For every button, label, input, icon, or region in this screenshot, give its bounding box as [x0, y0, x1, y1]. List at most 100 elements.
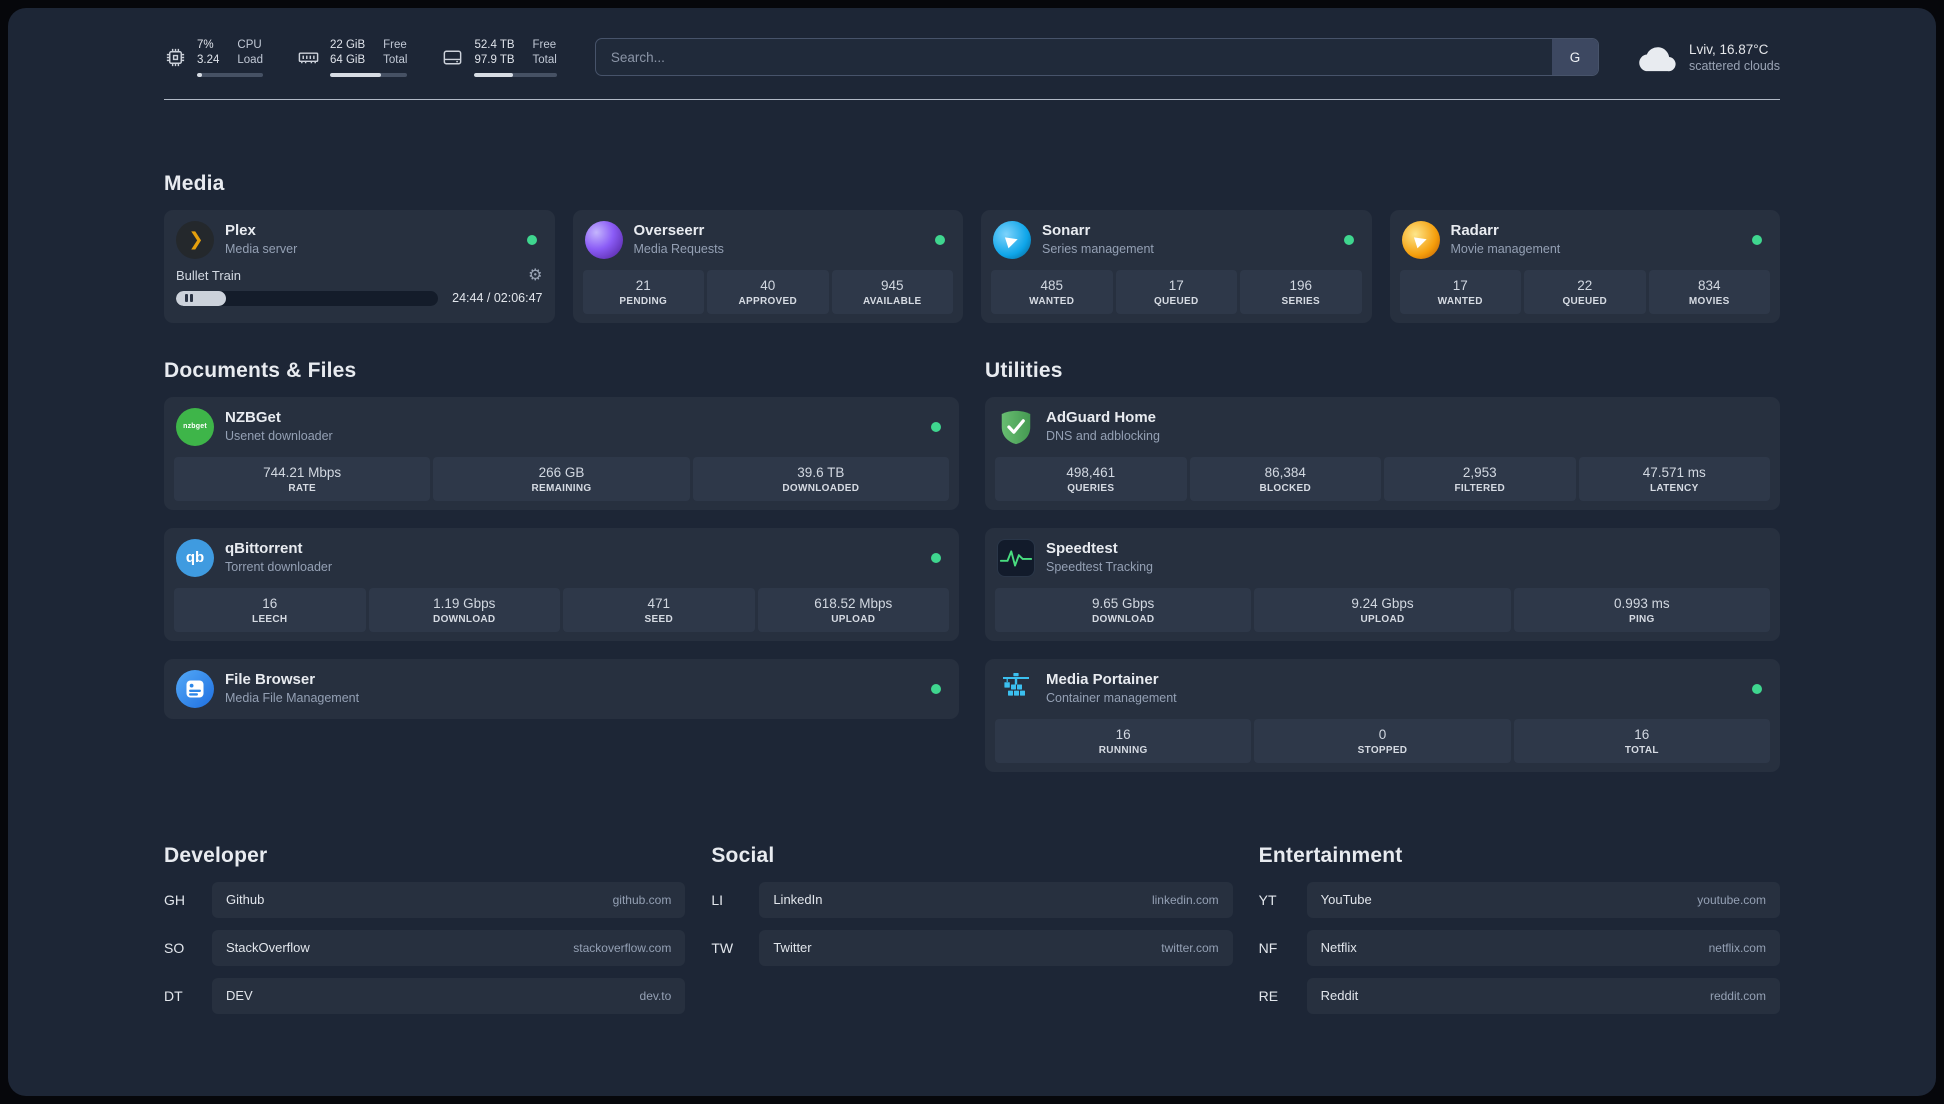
stat-block: 21 PENDING [582, 269, 704, 314]
bookmark-row: YT YouTube youtube.com [1258, 881, 1780, 918]
bookmark-row: TW Twitter twitter.com [711, 929, 1233, 966]
service-desc: Media server [225, 242, 298, 257]
stat-block: 86,384 BLOCKED [1189, 456, 1381, 501]
now-playing-title: Bullet Train [176, 268, 242, 284]
media-section-title: Media [164, 171, 225, 195]
status-dot [1752, 234, 1762, 245]
sonarr-icon: ▶ [993, 220, 1031, 259]
bookmark-abbr: GH [164, 891, 185, 908]
cpu-progress-fill [197, 72, 202, 77]
stat-block: 17 QUEUED [1115, 269, 1237, 314]
bookmark-reddit[interactable]: Reddit reddit.com [1306, 977, 1780, 1014]
cpu-progress-bar [197, 72, 263, 77]
stat-block: 196 SERIES [1240, 269, 1362, 314]
section-entertainment: Entertainment YT YouTube youtube.com NF … [1259, 844, 1780, 1014]
stat-block: 16 LEECH [174, 587, 366, 632]
gear-icon[interactable]: ⚙ [528, 267, 542, 284]
service-card-speedtest[interactable]: Speedtest Speedtest Tracking 9.65 Gbps DO… [985, 527, 1780, 641]
player-seek-bar[interactable] [176, 290, 439, 306]
bookmark-stackoverflow[interactable]: StackOverflow stackoverflow.com [212, 929, 686, 966]
section-media: Media ❯ Plex Media server Bullet Train ⚙… [164, 172, 1780, 323]
stat-block: 266 GB REMAINING [433, 456, 690, 501]
bookmark-youtube[interactable]: YouTube youtube.com [1306, 881, 1780, 918]
memory-free-value: 22 GiB [329, 39, 366, 51]
service-card-adguard[interactable]: AdGuard Home DNS and adblocking 498,461 Q… [985, 396, 1780, 510]
stat-block: 485 WANTED [991, 269, 1113, 314]
stat-block: 945 AVAILABLE [831, 269, 953, 314]
stat-block: 39.6 TB DOWNLOADED [692, 456, 949, 501]
stat-block: 40 APPROVED [707, 269, 829, 314]
bookmark-row: LI LinkedIn linkedin.com [711, 881, 1233, 918]
stat-block: 744.21 Mbps RATE [174, 456, 431, 501]
bookmark-row: SO StackOverflow stackoverflow.com [164, 929, 686, 966]
service-name: Sonarr [1042, 222, 1091, 240]
stat-block: 16 RUNNING [995, 718, 1252, 763]
bookmark-row: DT DEV dev.to [164, 977, 686, 1014]
disk-progress-bar [474, 72, 557, 77]
bookmark-netflix[interactable]: Netflix netflix.com [1306, 929, 1780, 966]
bookmark-row: RE Reddit reddit.com [1258, 977, 1780, 1014]
cpu-label-bottom: Load [237, 53, 263, 66]
service-card-radarr[interactable]: ▶ Radarr Movie management 17 WANTED 22 QUE… [1389, 209, 1780, 323]
status-dot [931, 683, 941, 694]
section-social: Social LI LinkedIn linkedin.com TW Twitt… [711, 844, 1233, 1014]
service-name: AdGuard Home [1046, 409, 1157, 427]
speedtest-icon [997, 538, 1035, 577]
bookmark-abbr: NF [1258, 939, 1278, 956]
portainer-icon [997, 670, 1035, 708]
service-card-overseerr[interactable]: Overseerr Media Requests 21 PENDING 40 APP… [572, 209, 963, 323]
service-card-qbittorrent[interactable]: qb qBittorrent Torrent downloader 16 LEEC… [164, 527, 959, 641]
bookmark-twitter[interactable]: Twitter twitter.com [759, 929, 1233, 966]
cloud-icon [1639, 47, 1676, 72]
status-dot [526, 234, 537, 245]
plex-icon: ❯ [176, 220, 214, 259]
stat-block: 17 WANTED [1399, 269, 1521, 314]
bookmark-abbr: RE [1258, 987, 1279, 1004]
memory-total-value: 64 GiB [329, 53, 366, 66]
status-dot [1752, 683, 1762, 694]
bookmark-github[interactable]: Github github.com [212, 881, 686, 918]
service-card-portainer[interactable]: Media Portainer Container management 16 R… [985, 658, 1780, 772]
filebrowser-icon [176, 669, 214, 708]
search-input[interactable] [595, 39, 1552, 76]
bookmark-row: NF Netflix netflix.com [1258, 929, 1780, 966]
cpu-load-value: 3.24 [197, 53, 220, 66]
stat-block: 834 MOVIES [1648, 269, 1770, 314]
service-card-plex[interactable]: ❯ Plex Media server Bullet Train ⚙ 24:44… [164, 209, 555, 323]
service-card-nzbget[interactable]: nzbget NZBGet Usenet downloader 744.21 M… [164, 396, 959, 510]
memory-label-bottom: Total [383, 53, 408, 66]
pause-icon[interactable] [185, 294, 193, 303]
documents-section-title: Documents & Files [164, 358, 357, 382]
bookmark-dev[interactable]: DEV dev.to [212, 977, 686, 1014]
entertainment-section-title: Entertainment [1258, 843, 1403, 867]
disk-total-value: 97.9 TB [474, 53, 515, 66]
service-card-sonarr[interactable]: ▶ Sonarr Series management 485 WANTED 17 Q… [981, 209, 1372, 323]
service-name: qBittorrent [225, 540, 303, 558]
stat-block: 0.993 ms PING [1513, 587, 1770, 632]
service-name: File Browser [225, 671, 316, 689]
adguard-icon [997, 408, 1035, 446]
section-developer: Developer GH Github github.com SO StackO… [164, 844, 686, 1014]
memory-progress-bar [329, 72, 408, 77]
stat-block: 9.65 Gbps DOWNLOAD [995, 587, 1252, 632]
memory-icon [298, 52, 319, 64]
section-documents: Documents & Files nzbget NZBGet Usenet d… [164, 359, 959, 719]
search-bar: G [594, 38, 1599, 77]
stat-block: 498,461 QUERIES [995, 456, 1187, 501]
memory-label-top: Free [383, 39, 407, 51]
stat-block: 471 SEED [563, 587, 755, 632]
disk-free-value: 52.4 TB [474, 39, 515, 51]
stat-block: 0 STOPPED [1254, 718, 1511, 763]
search-provider-button[interactable]: G [1551, 39, 1598, 76]
disk-widget: 52.4 TB 97.9 TB Free Total [441, 38, 557, 77]
bookmark-abbr: YT [1258, 891, 1277, 908]
service-desc: Series management [1042, 242, 1154, 257]
bookmark-linkedin[interactable]: LinkedIn linkedin.com [759, 881, 1233, 918]
status-dot [935, 234, 945, 245]
weather-location: Lviv, 16.87°C [1688, 41, 1769, 57]
utilities-section-title: Utilities [985, 358, 1063, 382]
disk-icon [444, 50, 462, 65]
service-card-filebrowser[interactable]: File Browser Media File Management [164, 658, 959, 719]
stat-block: 16 TOTAL [1513, 718, 1770, 763]
cpu-label-top: CPU [237, 39, 262, 51]
